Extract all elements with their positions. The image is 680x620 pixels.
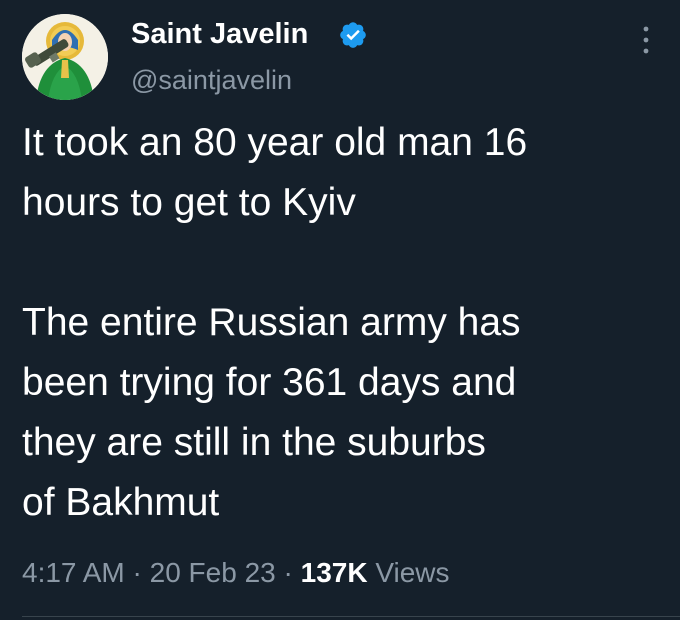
tweet-paragraph: The entire Russian army has been trying … [22, 293, 672, 533]
tweet-paragraph: It took an 80 year old man 16 hours to g… [22, 113, 672, 233]
tweet-time[interactable]: 4:17 AM [22, 557, 125, 588]
tweet-line: been trying for 361 days and [22, 361, 517, 404]
verified-badge-icon [340, 22, 366, 48]
meta-separator: · [132, 557, 142, 588]
saint-javelin-avatar-icon [22, 14, 108, 100]
tweet-date[interactable]: 20 Feb 23 [150, 557, 276, 588]
tweet-line: hours to get to Kyiv [22, 181, 356, 224]
tweet-line: they are still in the suburbs [22, 421, 486, 464]
views-label[interactable]: Views [375, 557, 449, 588]
tweet-text: It took an 80 year old man 16 hours to g… [22, 113, 672, 533]
tweet-line: It took an 80 year old man 16 [22, 121, 528, 164]
user-handle[interactable]: @saintjavelin [131, 64, 292, 96]
avatar[interactable] [22, 14, 108, 100]
tweet-line: The entire Russian army has [22, 301, 521, 344]
more-vertical-icon[interactable] [636, 22, 656, 58]
divider [22, 616, 680, 617]
tweet-card: Saint Javelin @saintjavelin It took an 8… [0, 0, 680, 620]
display-name[interactable]: Saint Javelin [131, 17, 308, 51]
meta-separator: · [283, 557, 293, 588]
tweet-line: of Bakhmut [22, 481, 220, 524]
views-count[interactable]: 137K [301, 557, 368, 588]
tweet-meta: 4:17 AM · 20 Feb 23 · 137K Views [22, 555, 450, 591]
